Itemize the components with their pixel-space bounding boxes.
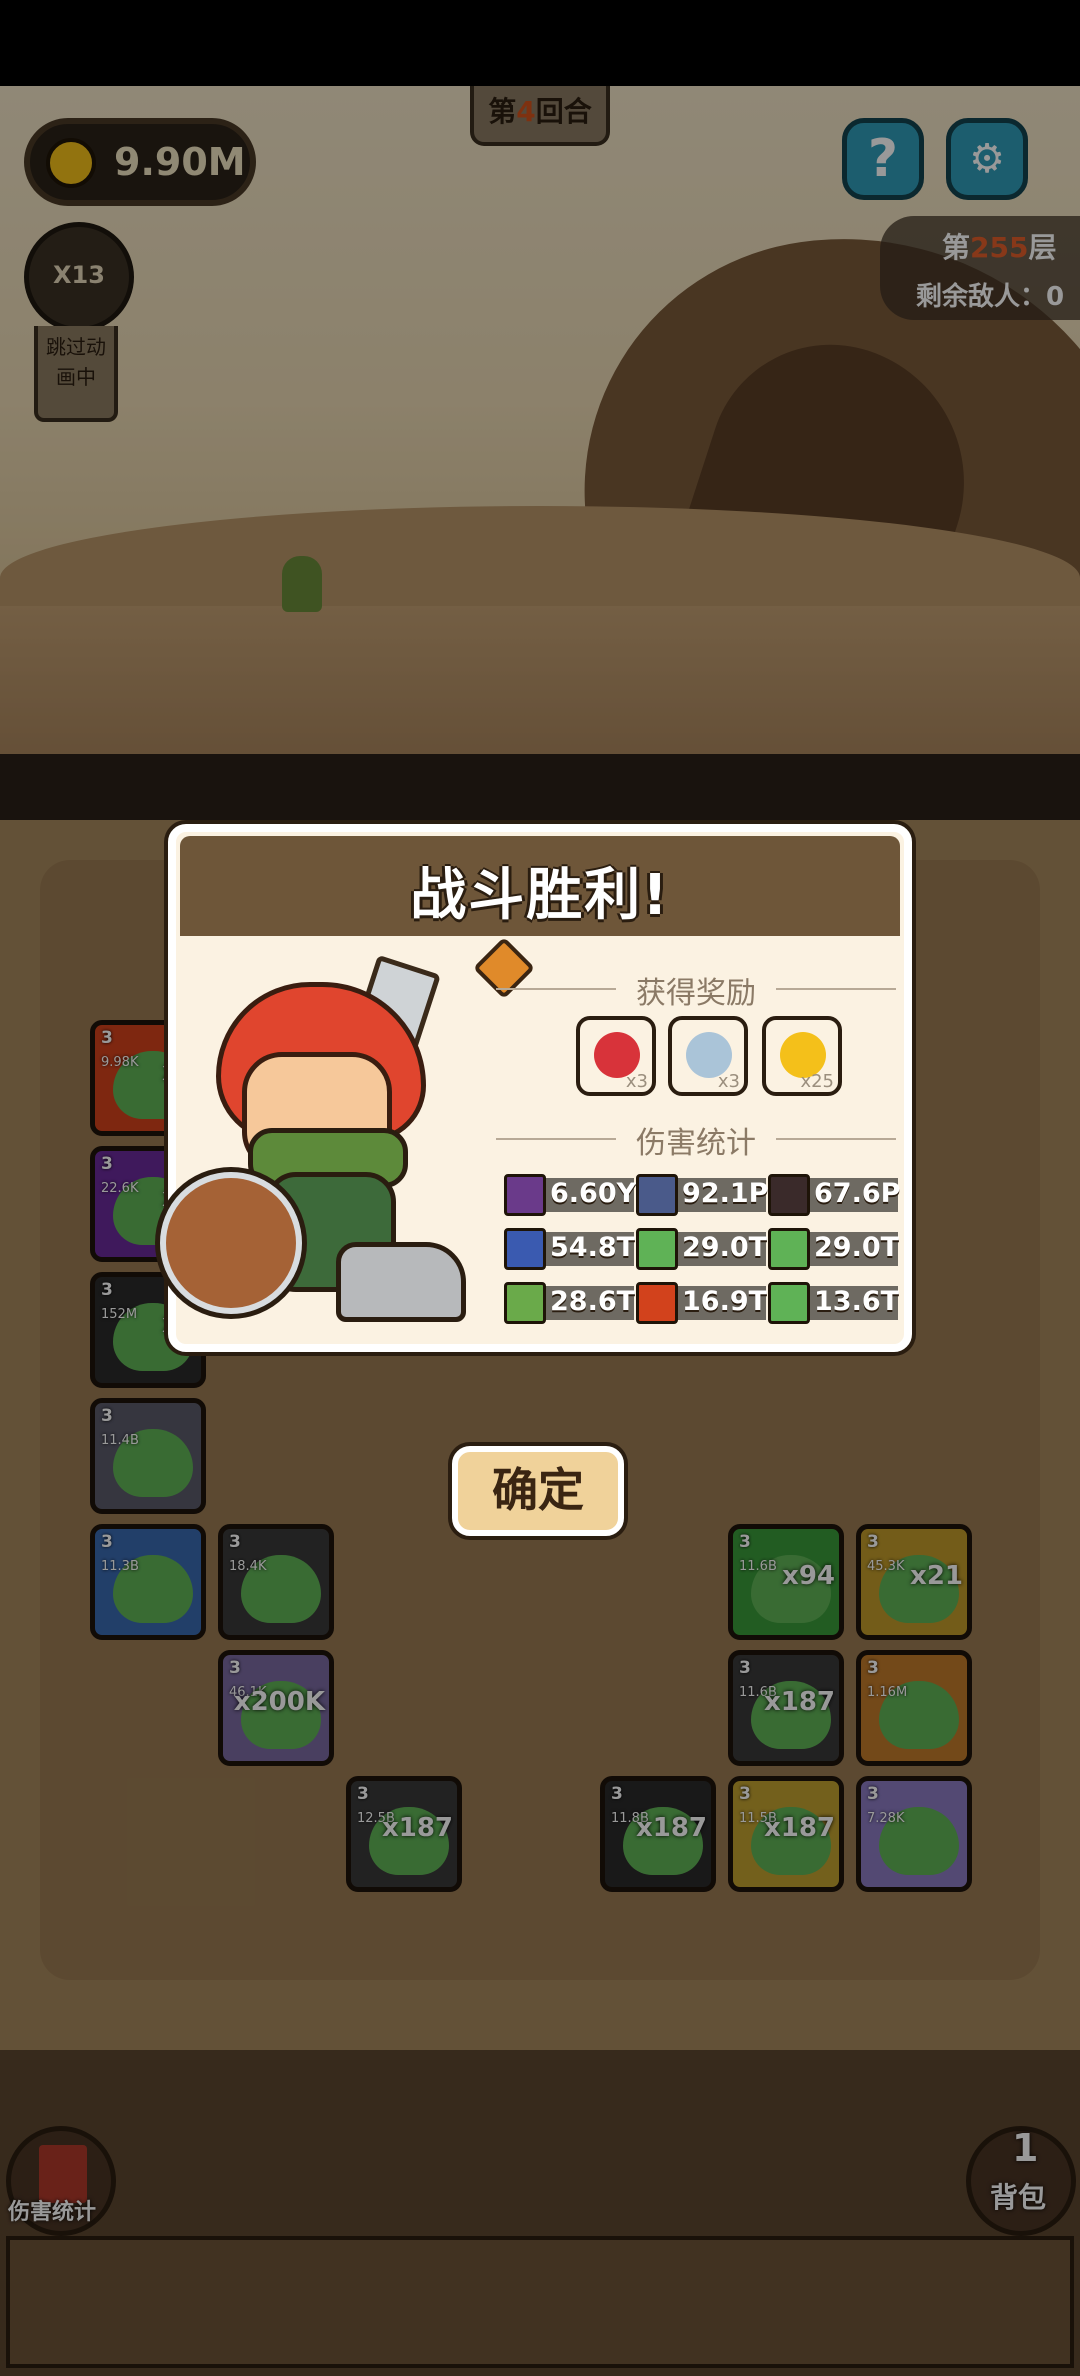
damage-header: 伤害统计 [496,1118,896,1162]
unit-thumbnail-icon [768,1228,810,1270]
unit-thumbnail-icon [636,1228,678,1270]
rock-icon [336,1242,466,1322]
reward-count: x3 [717,1071,740,1092]
dialog-title: 战斗胜利! [410,863,670,928]
damage-stat-row: 28.6T [504,1282,636,1324]
reward-count: x25 [800,1071,834,1092]
unit-thumbnail-icon [504,1174,546,1216]
reward-slot: x3 [576,1016,656,1096]
damage-stat-row: 54.8T [504,1228,636,1270]
hero-character [160,942,486,1322]
damage-value: 29.0T [814,1232,900,1263]
unit-thumbnail-icon [636,1282,678,1324]
damage-divider-right [776,1138,896,1140]
damage-stat-row: 6.60Y [504,1174,637,1216]
damage-value: 16.9T [682,1286,768,1317]
rewards-divider-left [496,988,616,990]
damage-header-text: 伤害统计 [636,1126,756,1161]
victory-dialog: 战斗胜利! 获得奖励 x3 x3 x25 伤害统计 6.60Y 92.1P 67.6P 5… [160,824,912,1352]
shield-icon [160,1172,302,1314]
damage-stat-row: 67.6P [768,1174,901,1216]
damage-stat-row: 29.0T [768,1228,900,1270]
damage-value: 13.6T [814,1286,900,1317]
unit-thumbnail-icon [504,1282,546,1324]
damage-value: 29.0T [682,1232,768,1263]
reward-count: x3 [625,1071,648,1092]
rewards-divider-right [776,988,896,990]
reward-slot: x25 [762,1016,842,1096]
rewards-header: 获得奖励 [496,968,896,1012]
status-bar [0,0,1080,86]
dialog-title-bar: 战斗胜利! [180,836,900,936]
damage-divider-left [496,1138,616,1140]
unit-thumbnail-icon [636,1174,678,1216]
reward-slot: x3 [668,1016,748,1096]
damage-stat-row: 92.1P [636,1174,769,1216]
damage-stat-row: 16.9T [636,1282,768,1324]
damage-value: 6.60Y [550,1178,637,1209]
unit-thumbnail-icon [504,1228,546,1270]
unit-thumbnail-icon [768,1282,810,1324]
damage-value: 28.6T [550,1286,636,1317]
damage-value: 54.8T [550,1232,636,1263]
confirm-button[interactable]: 确定 [452,1446,624,1536]
damage-value: 67.6P [814,1178,901,1209]
damage-stat-row: 13.6T [768,1282,900,1324]
damage-value: 92.1P [682,1178,769,1209]
rewards-header-text: 获得奖励 [636,976,756,1011]
damage-stat-row: 29.0T [636,1228,768,1270]
game-scene: 39.98Kx4322.6Kx13152Mx2311.4B311.3B318.4… [0,86,1080,2376]
unit-thumbnail-icon [768,1174,810,1216]
